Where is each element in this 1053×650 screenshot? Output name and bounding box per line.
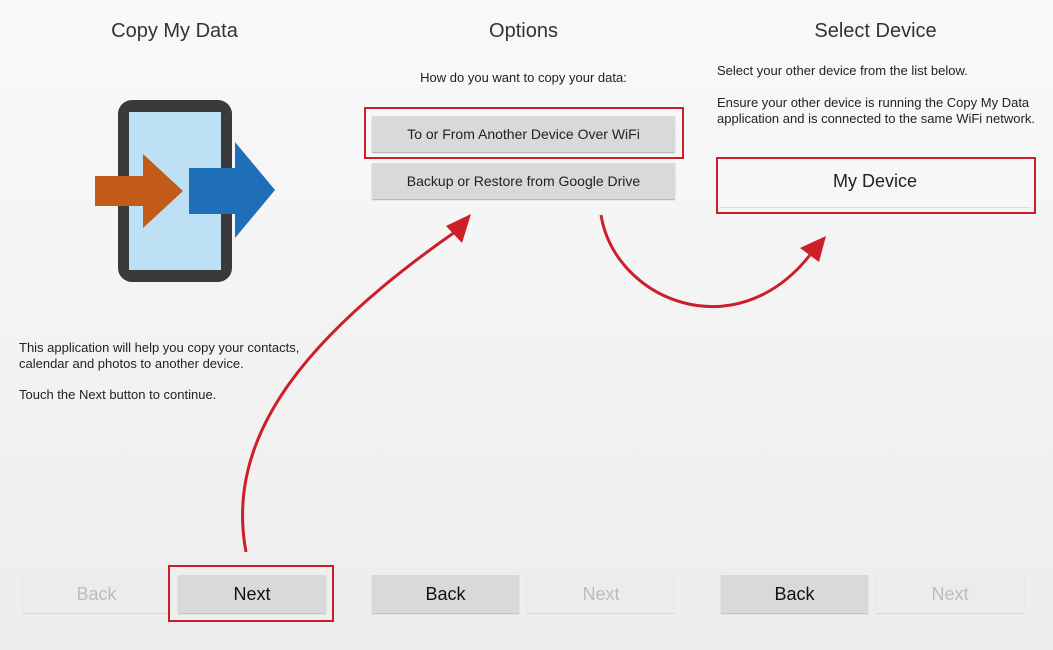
phone-transfer-icon (95, 100, 275, 282)
wifi-option-highlight-box (364, 107, 684, 159)
panel-options: Options How do you want to copy your dat… (349, 0, 698, 650)
panel-title: Copy My Data (111, 20, 238, 42)
panel-title: Select Device (814, 20, 937, 42)
google-drive-backup-button[interactable]: Backup or Restore from Google Drive (372, 163, 675, 199)
device-requirements-note: Ensure your other device is running the … (717, 95, 1035, 126)
app-description: This application will help you copy your… (19, 340, 300, 371)
next-button[interactable]: Next (876, 575, 1024, 613)
select-device-instruction: Select your other device from the list b… (717, 63, 968, 78)
back-button[interactable]: Back (23, 575, 170, 613)
copy-method-prompt: How do you want to copy your data: (420, 70, 627, 85)
panel-select-device: Select Device Select your other device f… (698, 0, 1053, 650)
panel-copy-my-data: Copy My Data This application will help … (0, 0, 349, 650)
back-button[interactable]: Back (721, 575, 868, 613)
device-highlight-box (716, 157, 1036, 214)
next-highlight-box (168, 565, 334, 622)
continue-hint: Touch the Next button to continue. (19, 387, 217, 402)
panel-title: Options (489, 20, 558, 42)
next-button[interactable]: Next (527, 575, 675, 613)
back-button[interactable]: Back (372, 575, 519, 613)
